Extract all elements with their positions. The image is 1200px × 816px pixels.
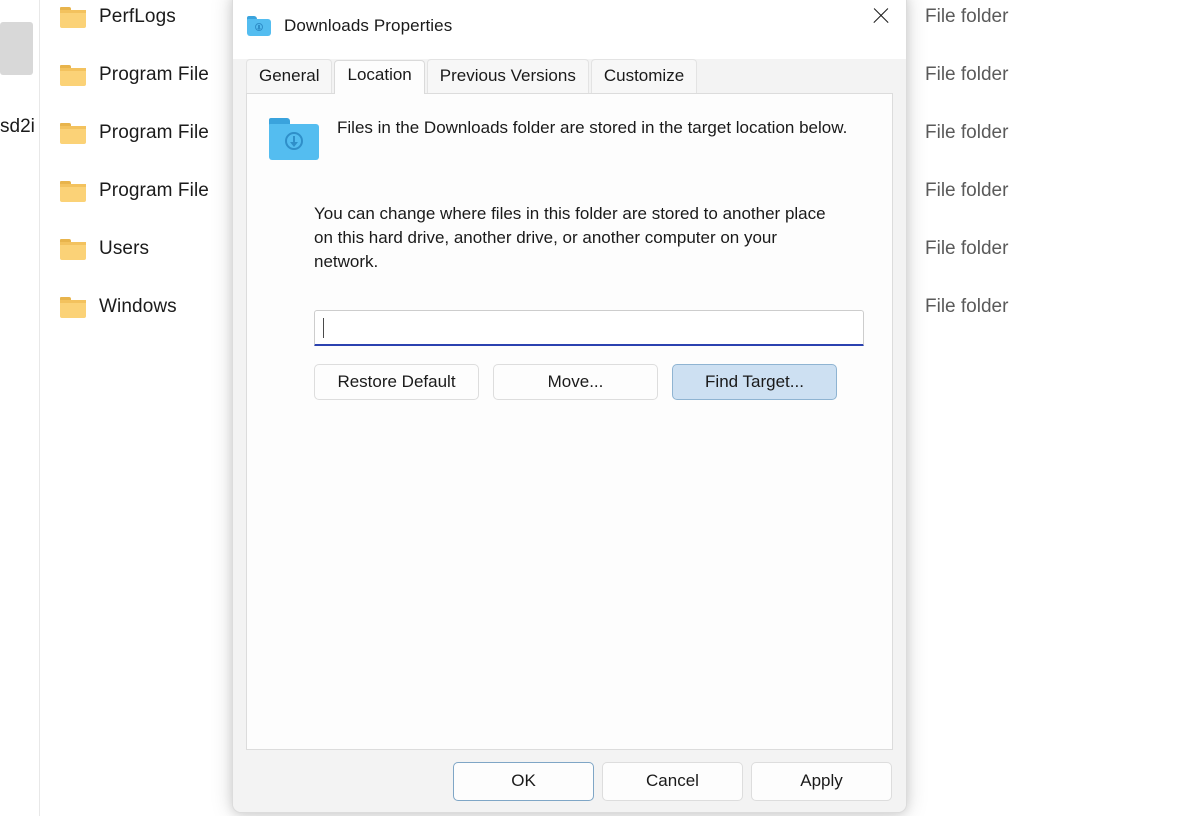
dialog-tabstrip: General Location Previous Versions Customiz… <box>233 59 906 94</box>
file-type-cell: File folder <box>925 122 1009 143</box>
navigation-tree-label[interactable]: sd2i <box>0 116 35 138</box>
downloads-folder-icon <box>269 118 319 160</box>
sidebar-selection-fragment[interactable] <box>0 22 33 75</box>
location-tab-panel: Files in the Downloads folder are stored… <box>246 93 893 750</box>
dialog-footer: OK Cancel Apply <box>233 750 906 812</box>
file-name: Program File <box>99 64 209 85</box>
location-header: Files in the Downloads folder are stored… <box>247 94 892 160</box>
file-row[interactable]: PerfLogs <box>60 0 176 34</box>
close-icon <box>871 6 891 26</box>
file-row[interactable]: Program File <box>60 116 209 150</box>
apply-button[interactable]: Apply <box>751 761 892 801</box>
restore-default-button[interactable]: Restore Default <box>314 364 479 400</box>
file-name: PerfLogs <box>99 6 176 27</box>
path-input[interactable] <box>314 310 864 346</box>
downloads-folder-icon <box>247 16 271 36</box>
close-button[interactable] <box>856 0 906 39</box>
file-row[interactable]: Users <box>60 232 149 266</box>
cancel-button[interactable]: Cancel <box>602 761 743 801</box>
location-header-text: Files in the Downloads folder are stored… <box>337 118 848 137</box>
file-name: Program File <box>99 122 209 143</box>
file-type-cell: File folder <box>925 238 1009 259</box>
move-button[interactable]: Move... <box>493 364 658 400</box>
dialog-title: Downloads Properties <box>284 16 453 35</box>
file-row[interactable]: Windows <box>60 290 177 324</box>
tab-previous-versions[interactable]: Previous Versions <box>426 59 589 93</box>
find-target-button[interactable]: Find Target... <box>672 364 837 400</box>
tab-general[interactable]: General <box>246 59 333 93</box>
dialog-titlebar: Downloads Properties <box>233 0 906 59</box>
file-type-cell: File folder <box>925 296 1009 317</box>
file-row[interactable]: Program File <box>60 174 209 208</box>
folder-icon <box>60 180 86 202</box>
file-name: Users <box>99 238 150 259</box>
file-type-cell: File folder <box>925 180 1009 201</box>
path-input-wrapper <box>314 310 864 346</box>
file-name: Windows <box>99 296 177 317</box>
pane-divider <box>39 0 40 816</box>
text-caret <box>323 318 325 338</box>
folder-icon <box>60 296 86 318</box>
folder-icon <box>60 122 86 144</box>
folder-icon <box>60 6 86 28</box>
file-name: Program File <box>99 180 209 201</box>
folder-icon <box>60 64 86 86</box>
downloads-properties-dialog: Downloads Properties General Location Prev… <box>232 0 907 813</box>
location-action-buttons: Restore Default Move... Find Target... <box>314 364 864 400</box>
ok-button[interactable]: OK <box>453 761 594 801</box>
folder-icon <box>60 238 86 260</box>
file-row[interactable]: Program File <box>60 58 209 92</box>
file-type-cell: File folder <box>925 64 1009 85</box>
tab-customize[interactable]: Customize <box>590 59 698 93</box>
tab-location[interactable]: Location <box>334 60 425 94</box>
file-type-cell: File folder <box>925 6 1009 27</box>
location-description: You can change where files in this folde… <box>314 204 826 271</box>
